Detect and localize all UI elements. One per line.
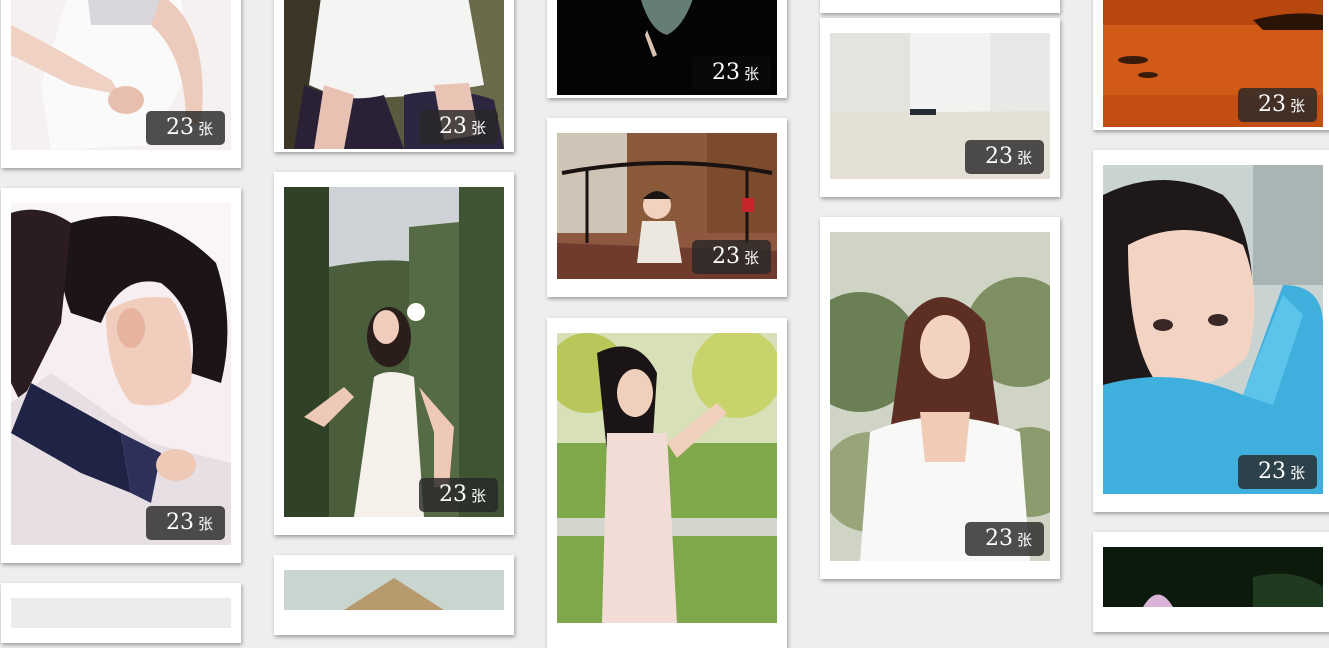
photo-thumbnail: 23 张 [11, 0, 231, 150]
photo-count: 23 [438, 482, 467, 507]
photo-card[interactable]: 23 张 [547, 118, 787, 297]
photo-thumbnail: 23 张 [557, 0, 777, 95]
photo-thumbnail [284, 570, 504, 610]
photo-count-unit: 张 [1016, 150, 1032, 167]
girl-white-blouse-bokeh-image [830, 232, 1050, 561]
photo-count: 23 [1257, 92, 1286, 117]
photo-count-badge: 23 张 [964, 140, 1044, 174]
sailor-uniform-girl-image [11, 203, 231, 545]
house-roof-image [284, 570, 504, 610]
photo-card[interactable]: 23 张 [1093, 150, 1329, 512]
photo-count-badge: 23 张 [964, 522, 1044, 556]
photo-count-badge: 23 张 [418, 478, 498, 512]
photo-card[interactable]: 23 张 [1, 0, 241, 168]
photo-card[interactable]: 23 张 [820, 18, 1060, 197]
photo-thumbnail: 23 张 [557, 133, 777, 279]
photo-count: 23 [1257, 459, 1286, 484]
photo-count-unit: 张 [1289, 465, 1305, 482]
dark-flower-image [1103, 547, 1323, 607]
photo-card[interactable]: 23 张 [274, 172, 514, 535]
photo-count: 23 [165, 510, 194, 535]
girl-in-pink-dress-park-image [557, 333, 777, 623]
photo-thumbnail: 23 张 [1103, 0, 1323, 127]
photo-count-badge: 23 张 [1237, 455, 1317, 489]
photo-card[interactable]: 23 张 [547, 0, 787, 98]
photo-count-unit: 张 [743, 250, 759, 267]
photo-thumbnail [557, 333, 777, 623]
photo-count: 23 [438, 114, 467, 139]
photo-count: 23 [711, 244, 740, 269]
photo-count-unit: 张 [470, 120, 486, 137]
photo-count-badge: 23 张 [691, 240, 771, 274]
photo-count: 23 [165, 115, 194, 140]
photo-card[interactable] [547, 318, 787, 648]
photo-count-badge: 23 张 [145, 506, 225, 540]
photo-count-unit: 张 [1289, 98, 1305, 115]
photo-count-unit: 张 [743, 66, 759, 83]
photo-card[interactable]: 23 张 [1093, 0, 1329, 130]
photo-count-badge: 23 张 [1237, 88, 1317, 122]
photo-card[interactable]: 23 张 [274, 0, 514, 152]
photo-count-badge: 23 张 [691, 56, 771, 90]
photo-thumbnail: 23 张 [830, 33, 1050, 179]
photo-count-unit: 张 [470, 488, 486, 505]
photo-thumbnail [1103, 547, 1323, 607]
photo-count-badge: 23 张 [418, 110, 498, 144]
photo-count-unit: 张 [197, 516, 213, 533]
photo-card[interactable] [1, 583, 241, 643]
photo-card[interactable]: 23 张 [820, 217, 1060, 579]
photo-count: 23 [984, 144, 1013, 169]
photo-card[interactable]: 23 张 [1, 188, 241, 563]
photo-thumbnail: 23 张 [284, 0, 504, 149]
photo-thumbnail [11, 598, 231, 628]
photo-card[interactable] [274, 555, 514, 635]
photo-count-unit: 张 [197, 121, 213, 138]
hedge-maze-white-dress-image [284, 187, 504, 517]
photo-card[interactable] [820, 0, 1060, 13]
photo-thumbnail: 23 张 [1103, 165, 1323, 494]
photo-card[interactable] [1093, 532, 1329, 632]
photo-count: 23 [984, 526, 1013, 551]
photo-thumbnail: 23 张 [830, 232, 1050, 561]
photo-count-unit: 张 [1016, 532, 1032, 549]
photo-thumbnail: 23 张 [11, 203, 231, 545]
girl-blue-hoodie-image [1103, 165, 1323, 494]
photo-count-badge: 23 张 [145, 111, 225, 145]
photo-count: 23 [711, 60, 740, 85]
photo-thumbnail: 23 张 [284, 187, 504, 517]
